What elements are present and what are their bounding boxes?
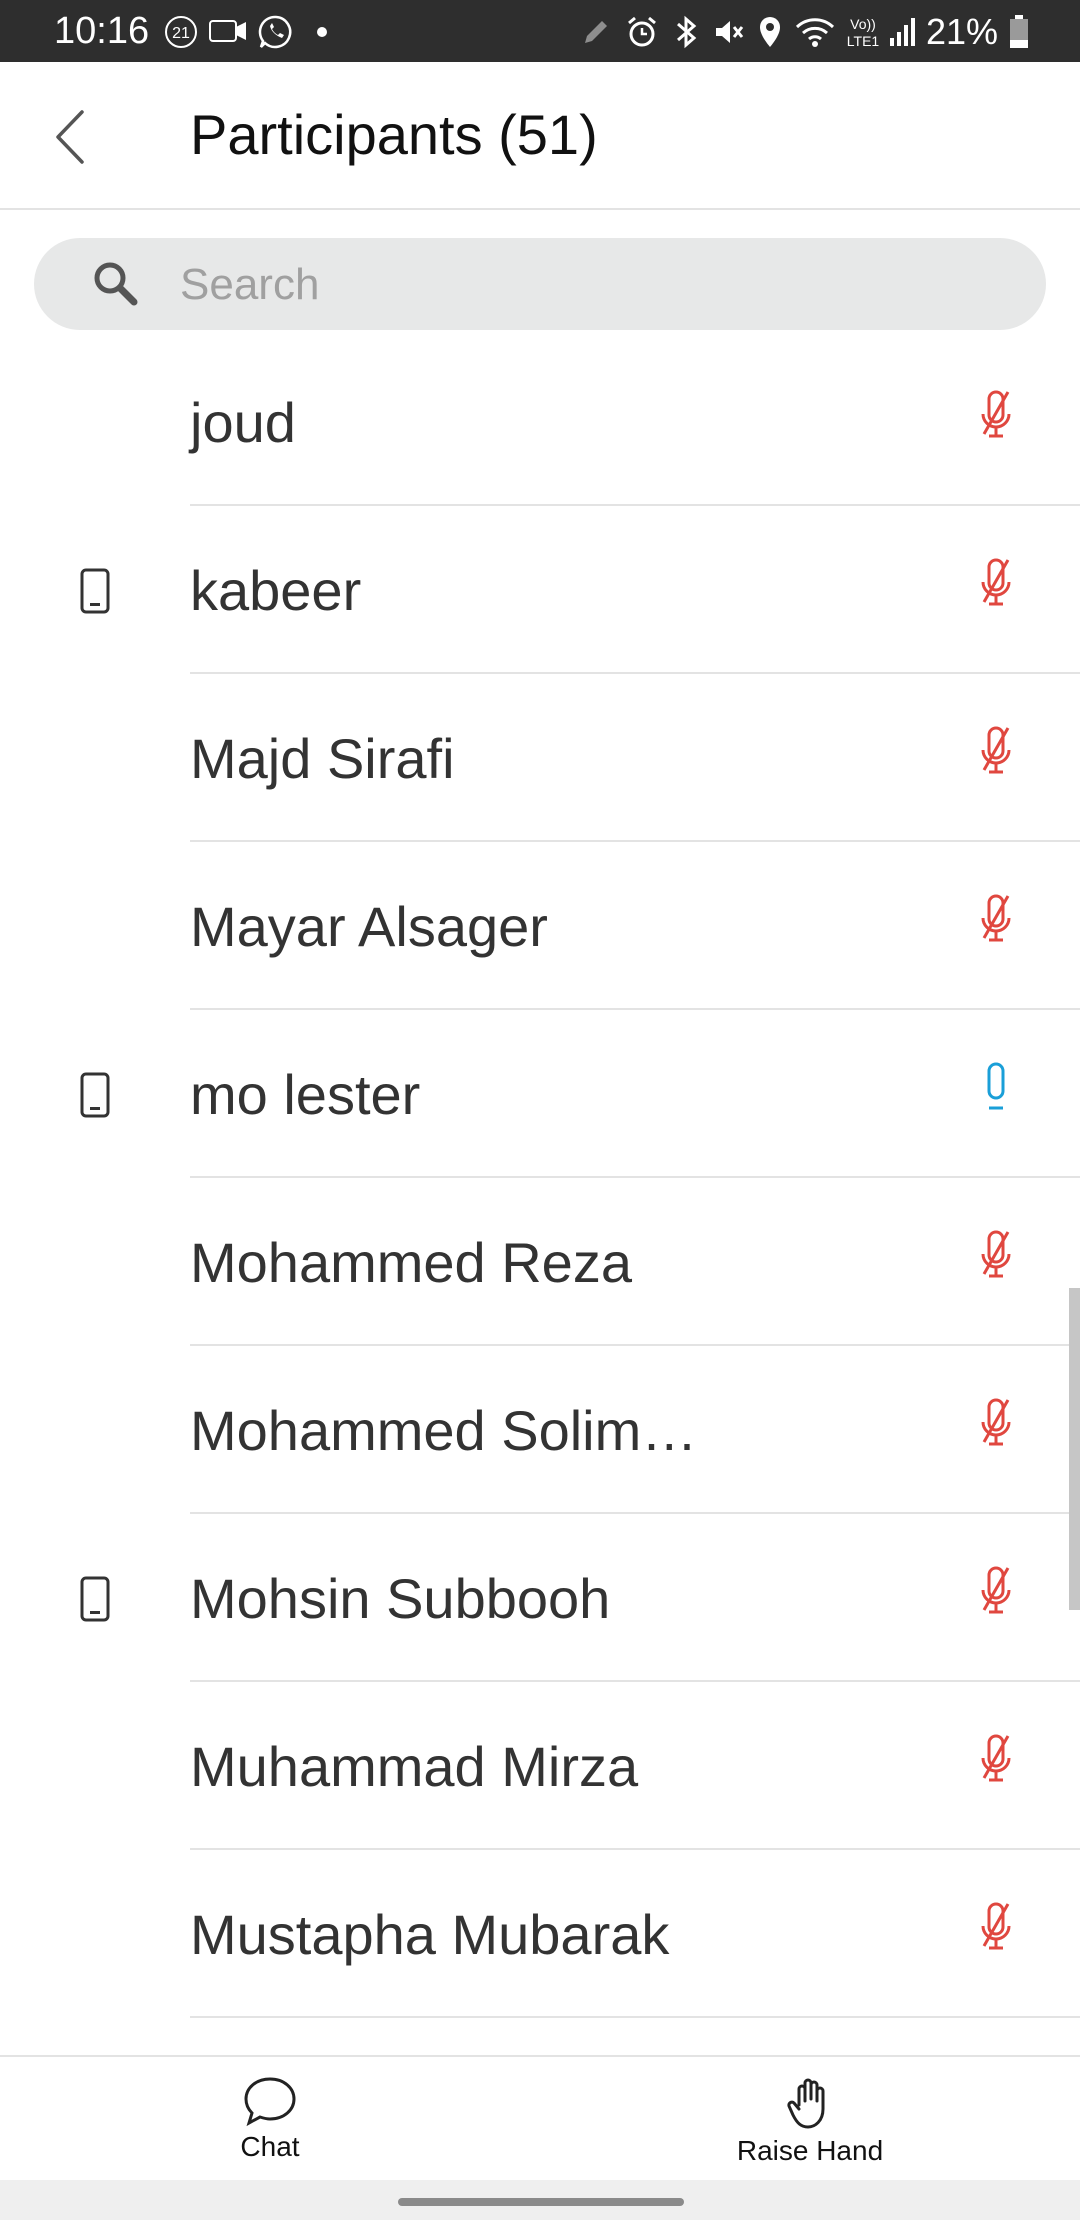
participant-name: joud xyxy=(190,391,296,454)
participant-name: Mohsin Subbooh xyxy=(190,1567,611,1630)
back-button[interactable] xyxy=(40,102,110,172)
participant-row[interactable]: Muhammad Mirza xyxy=(0,1682,1080,1850)
participant-row[interactable]: Mohammed Reza xyxy=(0,1178,1080,1346)
notification-count-icon: 21 xyxy=(165,16,197,48)
scrollbar-thumb[interactable] xyxy=(1069,1288,1080,1610)
search-bar[interactable] xyxy=(34,238,1046,330)
participant-row[interactable]: kabeer xyxy=(0,506,1080,674)
bottom-bar: Chat Raise Hand xyxy=(0,2055,1080,2182)
participant-row[interactable]: Mustapha Mubarak xyxy=(0,1850,1080,2018)
status-bar: 10:16 21 Vo)) LTE1 21% xyxy=(0,0,1080,62)
whatsapp-icon xyxy=(258,15,292,49)
mic-muted-icon[interactable] xyxy=(978,724,1014,780)
mobile-device-icon xyxy=(80,1072,110,1118)
mic-muted-icon[interactable] xyxy=(978,892,1014,948)
battery-icon xyxy=(1010,15,1028,48)
participant-name: Mohammed Reza xyxy=(190,1231,632,1294)
search-icon xyxy=(94,262,138,306)
bluetooth-icon xyxy=(676,15,697,49)
participant-list: joud kabeer Majd Sirafi Mayar Alsager mo les… xyxy=(0,338,1080,2055)
mic-muted-icon[interactable] xyxy=(978,388,1014,444)
raise-hand-button[interactable]: Raise Hand xyxy=(730,2075,890,2167)
participant-name: kabeer xyxy=(190,559,362,622)
status-right-icons: Vo)) LTE1 21% xyxy=(580,11,1030,52)
navigation-bar xyxy=(0,2180,1080,2220)
mic-muted-icon[interactable] xyxy=(978,1564,1014,1620)
video-message-icon xyxy=(209,20,246,42)
raise-hand-icon xyxy=(787,2078,825,2129)
participant-row[interactable]: mo lester xyxy=(0,1010,1080,1178)
volte-lte-icon: Vo)) LTE1 xyxy=(847,16,880,49)
chat-bubble-icon xyxy=(244,2077,296,2127)
row-divider xyxy=(190,2016,1080,2018)
mic-muted-icon[interactable] xyxy=(978,1396,1014,1452)
chat-label: Chat xyxy=(240,2131,300,2162)
participant-row[interactable]: Mayar Alsager xyxy=(0,842,1080,1010)
notification-count-text: 21 xyxy=(172,25,190,42)
participant-name: Mohammed Solim… xyxy=(190,1399,698,1462)
wifi-icon xyxy=(795,18,834,47)
participant-row[interactable]: Mohsin Subbooh xyxy=(0,1514,1080,1682)
volte-label: Vo)) xyxy=(850,16,876,32)
status-left-icons: 21 xyxy=(164,12,332,52)
location-icon xyxy=(759,17,780,47)
participant-name: Mayar Alsager xyxy=(190,895,548,958)
home-indicator[interactable] xyxy=(398,2198,684,2206)
page-title: Participants (51) xyxy=(190,103,598,166)
mic-muted-icon[interactable] xyxy=(978,1228,1014,1284)
mic-unmuted-icon[interactable] xyxy=(978,1060,1014,1116)
signal-bars-icon xyxy=(889,18,915,46)
mobile-device-icon xyxy=(80,1576,110,1622)
status-time: 10:16 xyxy=(54,10,150,52)
mic-muted-icon[interactable] xyxy=(978,1732,1014,1788)
participant-row[interactable]: Mohammed Solim… xyxy=(0,1346,1080,1514)
mic-muted-icon[interactable] xyxy=(978,556,1014,612)
lte-label: LTE1 xyxy=(847,33,880,49)
header: Participants (51) xyxy=(0,62,1080,210)
participant-name: Majd Sirafi xyxy=(190,727,455,790)
participant-name: mo lester xyxy=(190,1063,421,1126)
raise-hand-label: Raise Hand xyxy=(736,2135,884,2166)
pencil-icon xyxy=(584,21,607,43)
participant-row[interactable]: Majd Sirafi xyxy=(0,674,1080,842)
chat-button[interactable]: Chat xyxy=(220,2075,320,2163)
battery-percent: 21% xyxy=(925,11,998,52)
search-input[interactable] xyxy=(178,256,1002,314)
chevron-left-icon xyxy=(56,110,84,164)
mic-muted-icon[interactable] xyxy=(978,1900,1014,1956)
notification-dot-icon xyxy=(317,27,327,37)
participant-name: Muhammad Mirza xyxy=(190,1735,639,1798)
vibrate-mute-icon xyxy=(715,21,744,43)
alarm-icon xyxy=(627,16,656,47)
participant-row[interactable]: joud xyxy=(0,338,1080,506)
mobile-device-icon xyxy=(80,568,110,614)
participant-name: Mustapha Mubarak xyxy=(190,1903,670,1966)
